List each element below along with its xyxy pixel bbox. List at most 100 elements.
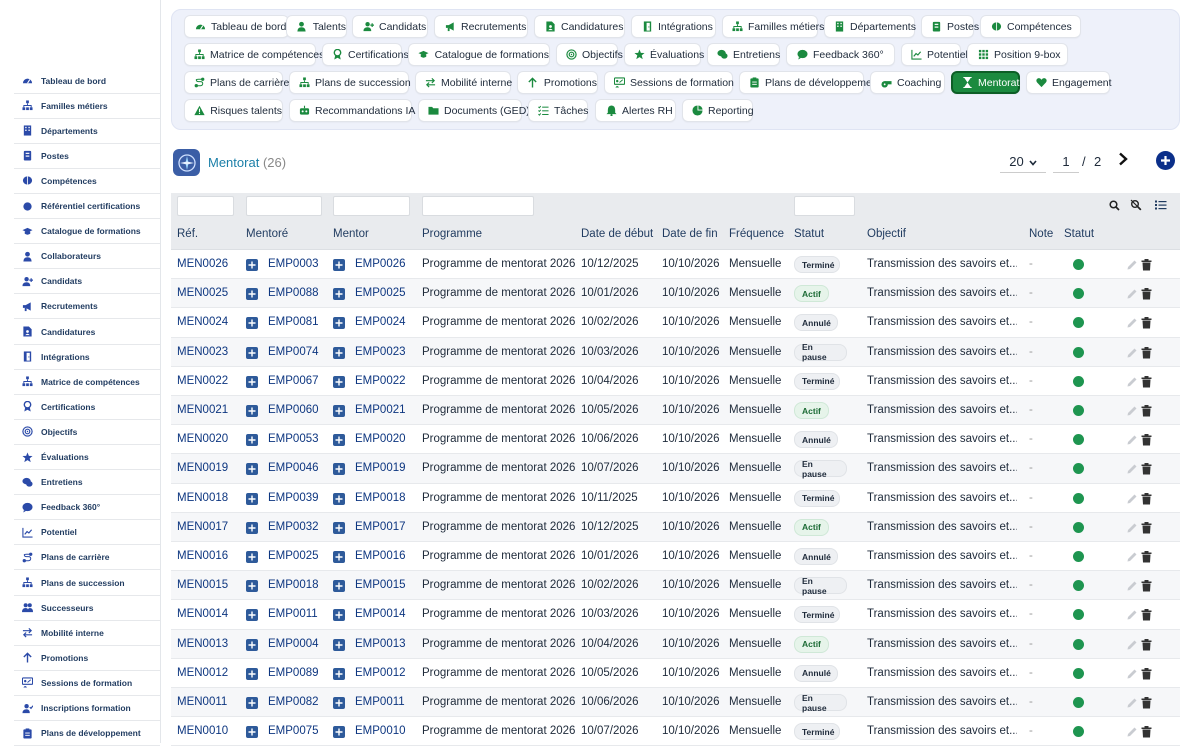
ref-link[interactable]: MEN0025 — [177, 287, 228, 299]
nav-pill-taches[interactable]: Tâches — [528, 99, 588, 122]
ref-link[interactable]: MEN0020 — [177, 433, 228, 445]
ref-link[interactable]: MEN0023 — [177, 346, 228, 358]
sidebar-item-collaborateurs[interactable]: Collaborateurs — [14, 244, 160, 270]
trash-icon[interactable] — [1141, 462, 1152, 475]
edit-icon[interactable] — [1126, 521, 1138, 533]
nav-pill-competences[interactable]: Compétences — [980, 15, 1081, 38]
trash-icon[interactable] — [1141, 667, 1152, 680]
nav-pill-documents-ged[interactable]: Documents (GED) — [418, 99, 530, 122]
nav-pill-sessions-de-formation[interactable]: Sessions de formation — [604, 71, 734, 94]
trash-icon[interactable] — [1141, 550, 1152, 563]
ref-link[interactable]: MEN0010 — [177, 725, 228, 737]
expand-mentor-icon[interactable] — [333, 405, 345, 417]
sidebar-item-evaluations[interactable]: Évaluations — [14, 445, 160, 470]
nav-pill-integrations[interactable]: Intégrations — [631, 15, 716, 38]
mentor-link[interactable]: EMP0010 — [355, 725, 406, 737]
trash-icon[interactable] — [1141, 375, 1152, 388]
nav-pill-recommandations-ia[interactable]: Recommandations IA — [289, 99, 415, 122]
trash-icon[interactable] — [1141, 725, 1152, 738]
mentee-link[interactable]: EMP0082 — [268, 696, 319, 708]
nav-pill-departements[interactable]: Départements — [824, 15, 916, 38]
expand-mentor-icon[interactable] — [333, 521, 345, 534]
filter-status-input[interactable] — [794, 196, 855, 216]
trash-icon[interactable] — [1141, 287, 1152, 300]
sidebar-item-catalogue-de-formations[interactable]: Catalogue de formations — [14, 219, 160, 245]
expand-mentee-icon[interactable] — [246, 463, 258, 476]
mentor-link[interactable]: EMP0012 — [355, 667, 406, 679]
mentee-link[interactable]: EMP0039 — [268, 492, 319, 504]
col-frequency-header[interactable]: Fréquence — [729, 228, 784, 240]
expand-mentor-icon[interactable] — [333, 259, 345, 271]
mentor-link[interactable]: EMP0024 — [355, 316, 406, 328]
expand-mentee-icon[interactable] — [246, 580, 258, 593]
expand-mentor-icon[interactable] — [333, 580, 345, 593]
mentor-link[interactable]: EMP0021 — [355, 404, 406, 416]
mentee-link[interactable]: EMP0018 — [268, 579, 319, 591]
mentee-link[interactable]: EMP0003 — [268, 258, 319, 270]
mentee-link[interactable]: EMP0074 — [268, 346, 319, 358]
table-row[interactable]: MEN0020 EMP0053 EMP0020 Programme de mentor… — [171, 425, 1180, 455]
search-icon[interactable] — [1107, 198, 1121, 212]
col-programme-header[interactable]: Programme — [422, 228, 482, 240]
col-start-date-header[interactable]: Date de début — [581, 228, 653, 240]
nav-pill-candidatures[interactable]: Candidatures — [534, 15, 625, 38]
edit-icon[interactable] — [1126, 346, 1138, 358]
mentor-link[interactable]: EMP0020 — [355, 433, 406, 445]
table-row[interactable]: MEN0021 EMP0060 EMP0021 Programme de mentor… — [171, 396, 1180, 426]
trash-icon[interactable] — [1141, 638, 1152, 651]
mentor-link[interactable]: EMP0019 — [355, 462, 406, 474]
sidebar-item-recrutements[interactable]: Recrutements — [14, 294, 160, 320]
nav-pill-tableau-de-bord[interactable]: Tableau de bord — [184, 15, 289, 38]
table-row[interactable]: MEN0010 EMP0075 EMP0010 Programme de mentor… — [171, 717, 1180, 746]
add-button[interactable] — [1156, 151, 1175, 170]
expand-mentor-icon[interactable] — [333, 667, 345, 680]
edit-icon[interactable] — [1126, 316, 1138, 328]
expand-mentee-icon[interactable] — [246, 609, 258, 622]
expand-mentor-icon[interactable] — [333, 697, 345, 709]
table-row[interactable]: MEN0014 EMP0011 EMP0014 Programme de mentor… — [171, 600, 1180, 630]
expand-mentee-icon[interactable] — [246, 638, 258, 651]
nav-pill-objectifs[interactable]: Objectifs — [556, 43, 623, 66]
ref-link[interactable]: MEN0022 — [177, 375, 228, 387]
next-page-button[interactable] — [1115, 149, 1131, 169]
sidebar-item-postes[interactable]: Postes — [14, 144, 160, 169]
expand-mentee-icon[interactable] — [246, 375, 258, 388]
sidebar-item-certifications[interactable]: Certifications — [14, 395, 160, 420]
table-row[interactable]: MEN0017 EMP0032 EMP0017 Programme de mentor… — [171, 512, 1180, 542]
mentor-link[interactable]: EMP0017 — [355, 521, 406, 533]
table-row[interactable]: MEN0016 EMP0025 EMP0016 Programme de mentor… — [171, 542, 1180, 572]
edit-icon[interactable] — [1126, 287, 1138, 299]
mentor-link[interactable]: EMP0013 — [355, 638, 406, 650]
nav-pill-reporting[interactable]: Reporting — [682, 99, 754, 122]
ref-link[interactable]: MEN0024 — [177, 316, 228, 328]
table-row[interactable]: MEN0011 EMP0082 EMP0011 Programme de mentor… — [171, 688, 1180, 718]
nav-pill-potentiel[interactable]: Potentiel — [901, 43, 968, 66]
trash-icon[interactable] — [1141, 696, 1152, 709]
col-mentor-header[interactable]: Mentor — [333, 228, 369, 240]
table-row[interactable]: MEN0018 EMP0039 EMP0018 Programme de mentor… — [171, 484, 1180, 513]
expand-mentee-icon[interactable] — [246, 551, 258, 563]
trash-icon[interactable] — [1141, 258, 1152, 271]
nav-pill-evaluations[interactable]: Évaluations — [624, 43, 704, 66]
page-number-input[interactable]: 1 — [1053, 151, 1079, 173]
expand-mentor-icon[interactable] — [333, 492, 345, 505]
mentor-link[interactable]: EMP0023 — [355, 346, 406, 358]
mentor-link[interactable]: EMP0015 — [355, 579, 406, 591]
edit-icon[interactable] — [1126, 579, 1138, 591]
table-row[interactable]: MEN0025 EMP0088 EMP0025 Programme de mentor… — [171, 279, 1180, 309]
nav-pill-mentorat[interactable]: Mentorat — [951, 71, 1020, 94]
ref-link[interactable]: MEN0015 — [177, 579, 228, 591]
mentee-link[interactable]: EMP0060 — [268, 404, 319, 416]
expand-mentee-icon[interactable] — [246, 521, 258, 534]
trash-icon[interactable] — [1141, 492, 1152, 505]
mentee-link[interactable]: EMP0075 — [268, 725, 319, 737]
ref-link[interactable]: MEN0018 — [177, 492, 228, 504]
edit-icon[interactable] — [1126, 492, 1138, 504]
col-note-header[interactable]: Note — [1029, 228, 1053, 240]
expand-mentee-icon[interactable] — [246, 667, 258, 680]
expand-mentee-icon[interactable] — [246, 317, 258, 330]
edit-icon[interactable] — [1126, 667, 1138, 679]
expand-mentee-icon[interactable] — [246, 697, 258, 709]
expand-mentor-icon[interactable] — [333, 638, 345, 651]
mentee-link[interactable]: EMP0032 — [268, 521, 319, 533]
